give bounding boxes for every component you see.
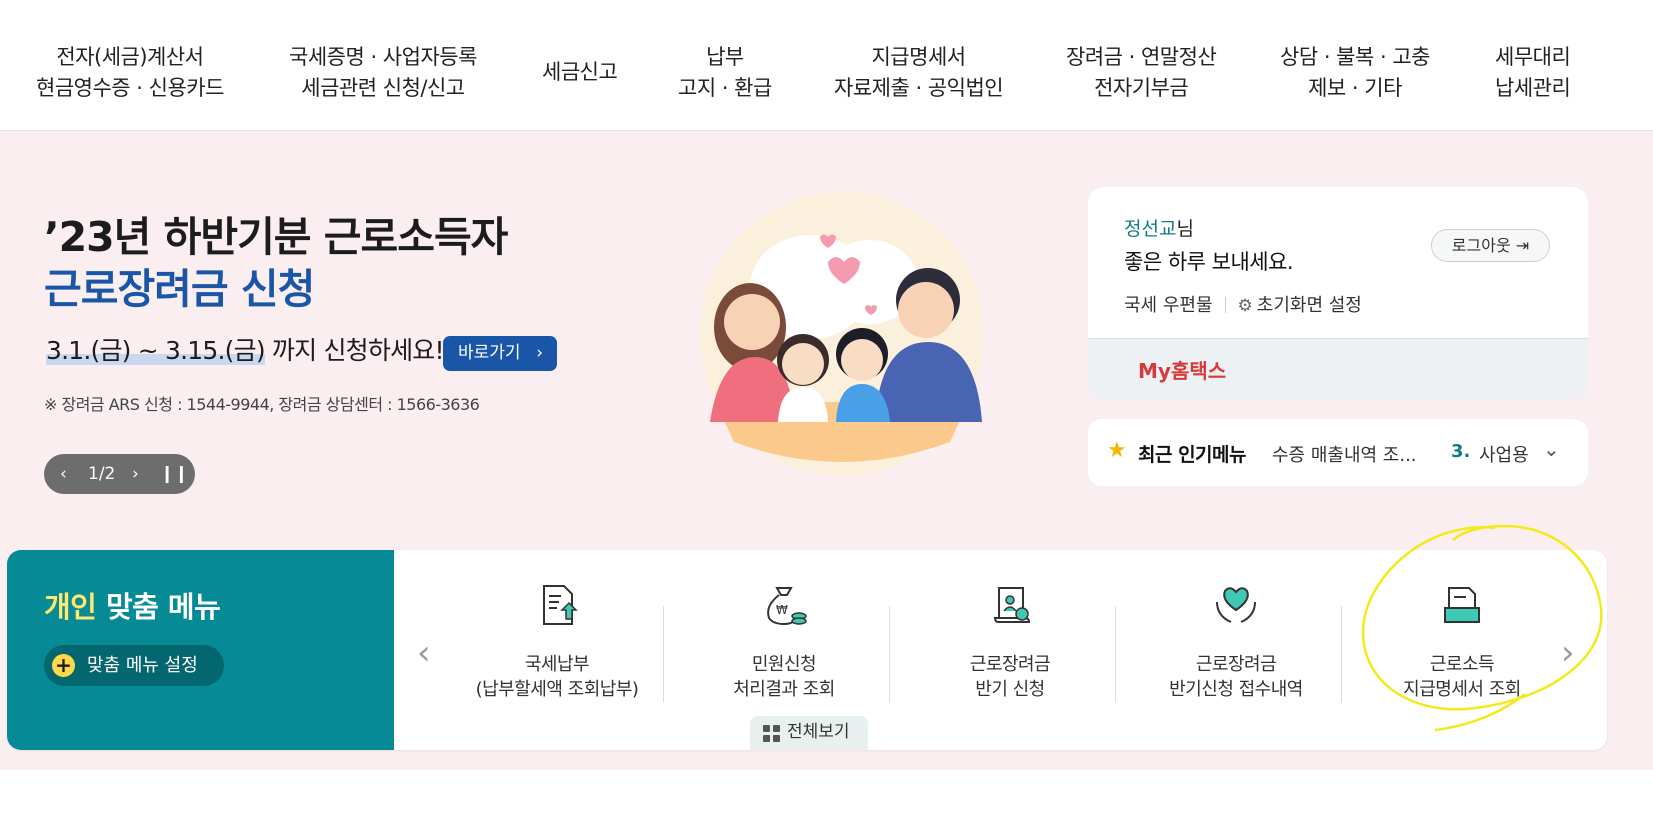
prev-slide-icon[interactable]: ‹: [60, 454, 67, 494]
nav-item-line2: 고지 · 환급: [678, 76, 772, 100]
user-name: 정선교님: [1124, 214, 1194, 241]
pause-icon[interactable]: ❙❙: [160, 454, 189, 494]
custom-menu-setting-label: 맞춤 메뉴 설정: [87, 655, 198, 676]
greeting-text: 좋은 하루 보내세요.: [1124, 250, 1294, 274]
view-all-label: 전체보기: [787, 722, 850, 742]
nav-item-consultation[interactable]: 상담 · 불복 · 고충 제보 · 기타: [1280, 42, 1430, 104]
go-button-label: 바로가기: [458, 343, 521, 363]
hero-subtitle: 근로장려금 신청: [44, 265, 315, 313]
custom-menu-title: 개인 맞춤 메뉴: [44, 584, 221, 626]
menu-card-incentive-apply[interactable]: 근로장려금 반기 신청: [897, 580, 1123, 700]
custom-menu-header: 개인 맞춤 메뉴 + 맞춤 메뉴 설정: [7, 550, 394, 750]
page-background: [0, 770, 1653, 822]
plus-icon: +: [52, 654, 75, 677]
nav-item-certificate[interactable]: 국세증명 · 사업자등록 세금관련 신청/신고: [289, 42, 477, 104]
logout-icon: ⇥: [1515, 236, 1530, 255]
menu-card-label: 국세납부: [524, 654, 590, 675]
divider: [889, 606, 890, 702]
custom-menu-panel: 개인 맞춤 메뉴 + 맞춤 메뉴 설정 ‹ › 국세납부 (납부할세액 조회납부…: [7, 550, 1607, 750]
divider: [663, 606, 664, 702]
nav-item-line1: 장려금 · 연말정산: [1066, 45, 1217, 69]
star-icon: ★: [1107, 438, 1127, 463]
svg-text:₩: ₩: [776, 603, 788, 617]
menu-card-sublabel: (납부할세액 조회납부): [475, 679, 639, 700]
menu-card-sublabel: 반기신청 접수내역: [1169, 679, 1303, 700]
nav-item-tax-return[interactable]: 세금신고: [542, 57, 618, 88]
application-scroll-icon: [993, 587, 1031, 623]
custom-menu-title-rest: 맞춤 메뉴: [96, 590, 221, 624]
money-bag-coins-icon: ₩: [767, 587, 807, 626]
next-slide-icon[interactable]: ›: [132, 454, 139, 494]
slide-indicator: 1/2: [88, 464, 116, 484]
user-login-card: 정선교님 좋은 하루 보내세요. 로그아웃 ⇥ 국세 우편물 ⚙ 초기화면 설정 M…: [1088, 187, 1588, 399]
hero-period: 3.1.(금) ~ 3.15.(금) 까지 신청하세요!: [46, 335, 445, 367]
initial-screen-setting-link[interactable]: 초기화면 설정: [1257, 295, 1362, 316]
chevron-left-icon[interactable]: ‹: [417, 636, 431, 670]
hero-title: ’23년 하반기분 근로소득자: [44, 213, 508, 261]
user-name-value: 정선교: [1124, 218, 1177, 240]
nav-item-line1: 지급명세서: [871, 45, 966, 69]
tax-mail-link[interactable]: 국세 우편물: [1124, 295, 1213, 316]
nav-item-line2: 현금영수증 · 신용카드: [36, 76, 224, 100]
nav-item-line1: 상담 · 불복 · 고충: [1280, 45, 1430, 69]
nav-item-line2: 세금관련 신청/신고: [301, 76, 465, 100]
hero-note: ※ 장려금 ARS 신청 : 1544-9944, 장려금 상담센터 : 156…: [44, 395, 480, 414]
logout-button[interactable]: 로그아웃 ⇥: [1431, 229, 1550, 262]
nav-item-tax-agent[interactable]: 세무대리 납세관리: [1495, 42, 1571, 104]
heart-hands-icon: [1216, 587, 1256, 623]
divider: [1115, 606, 1116, 702]
nav-item-line2: 납세관리: [1495, 76, 1571, 100]
hero-period-text: 까지 신청하세요!: [264, 336, 445, 365]
user-name-suffix: 님: [1176, 218, 1194, 240]
popular-menu-label: 최근 인기메뉴: [1138, 444, 1247, 466]
nav-item-line1: 세금신고: [542, 60, 618, 84]
divider: [1341, 606, 1342, 702]
menu-card-tax-payment[interactable]: 국세납부 (납부할세액 조회납부): [444, 580, 670, 700]
chevron-right-icon: ›: [536, 343, 543, 363]
grid-icon: [763, 725, 780, 742]
popular-menu-rank: 3.: [1451, 441, 1471, 462]
nav-item-payment[interactable]: 납부 고지 · 환급: [678, 42, 772, 104]
menu-card-label: 민원신청: [751, 654, 817, 675]
custom-menu-setting-button[interactable]: + 맞춤 메뉴 설정: [44, 645, 224, 686]
hero-period-dates: 3.1.(금) ~ 3.15.(금): [46, 336, 266, 365]
menu-card-sublabel: 처리결과 조회: [733, 679, 835, 700]
popular-menu-bar[interactable]: ★ 최근 인기메뉴 수증 매출내역 조... 3. 사업용 ⌄: [1088, 419, 1588, 486]
menu-card-sublabel: 지급명세서 조회: [1403, 679, 1521, 700]
menu-card-label: 근로장려금: [1195, 654, 1277, 675]
my-hometax-label: My홈택스: [1138, 359, 1227, 383]
login-links: 국세 우편물 ⚙ 초기화면 설정: [1124, 291, 1362, 317]
my-hometax-link[interactable]: My홈택스: [1088, 338, 1588, 399]
chevron-down-icon[interactable]: ⌄: [1543, 437, 1560, 461]
popular-menu-item[interactable]: 사업용: [1479, 441, 1529, 467]
view-all-button[interactable]: 전체보기: [750, 716, 868, 750]
tax-payment-document-icon: [543, 585, 578, 625]
nav-item-line2: 제보 · 기타: [1308, 76, 1402, 100]
custom-menu-title-highlight: 개인: [44, 590, 97, 624]
nav-item-line1: 납부: [706, 45, 744, 69]
nav-item-line1: 국세증명 · 사업자등록: [289, 45, 477, 69]
nav-item-incentive[interactable]: 장려금 · 연말정산 전자기부금: [1066, 42, 1217, 104]
folder-tray-icon: [1444, 587, 1480, 623]
popular-menu-item[interactable]: 수증 매출내역 조...: [1272, 441, 1417, 467]
menu-card-label: 근로장려금: [969, 654, 1051, 675]
logout-label: 로그아웃: [1451, 236, 1511, 255]
menu-card-incentive-receipt[interactable]: 근로장려금 반기신청 접수내역: [1123, 580, 1349, 700]
menu-card-sublabel: 반기 신청: [975, 679, 1045, 700]
nav-item-line2: 자료제출 · 공익법인: [834, 76, 1004, 100]
menu-card-income-statement[interactable]: 근로소득 지급명세서 조회: [1349, 580, 1575, 700]
menu-card-label: 근로소득: [1429, 654, 1495, 675]
nav-item-line1: 전자(세금)계산서: [56, 45, 204, 69]
menu-card-civil-petition[interactable]: ₩ 민원신청 처리결과 조회: [671, 580, 897, 700]
divider: [1224, 297, 1226, 313]
go-button[interactable]: 바로가기 ›: [443, 336, 557, 371]
nav-item-e-invoice[interactable]: 전자(세금)계산서 현금영수증 · 신용카드: [36, 42, 224, 104]
slide-controls: ‹ 1/2 › ❙❙: [44, 454, 195, 494]
nav-item-line2: 전자기부금: [1094, 76, 1189, 100]
nav-item-line1: 세무대리: [1495, 45, 1571, 69]
family-illustration: [700, 192, 984, 476]
top-navigation: 전자(세금)계산서 현금영수증 · 신용카드 국세증명 · 사업자등록 세금관련…: [0, 0, 1653, 131]
nav-item-payment-statement[interactable]: 지급명세서 자료제출 · 공익법인: [834, 42, 1004, 104]
gear-icon: ⚙: [1237, 296, 1253, 316]
